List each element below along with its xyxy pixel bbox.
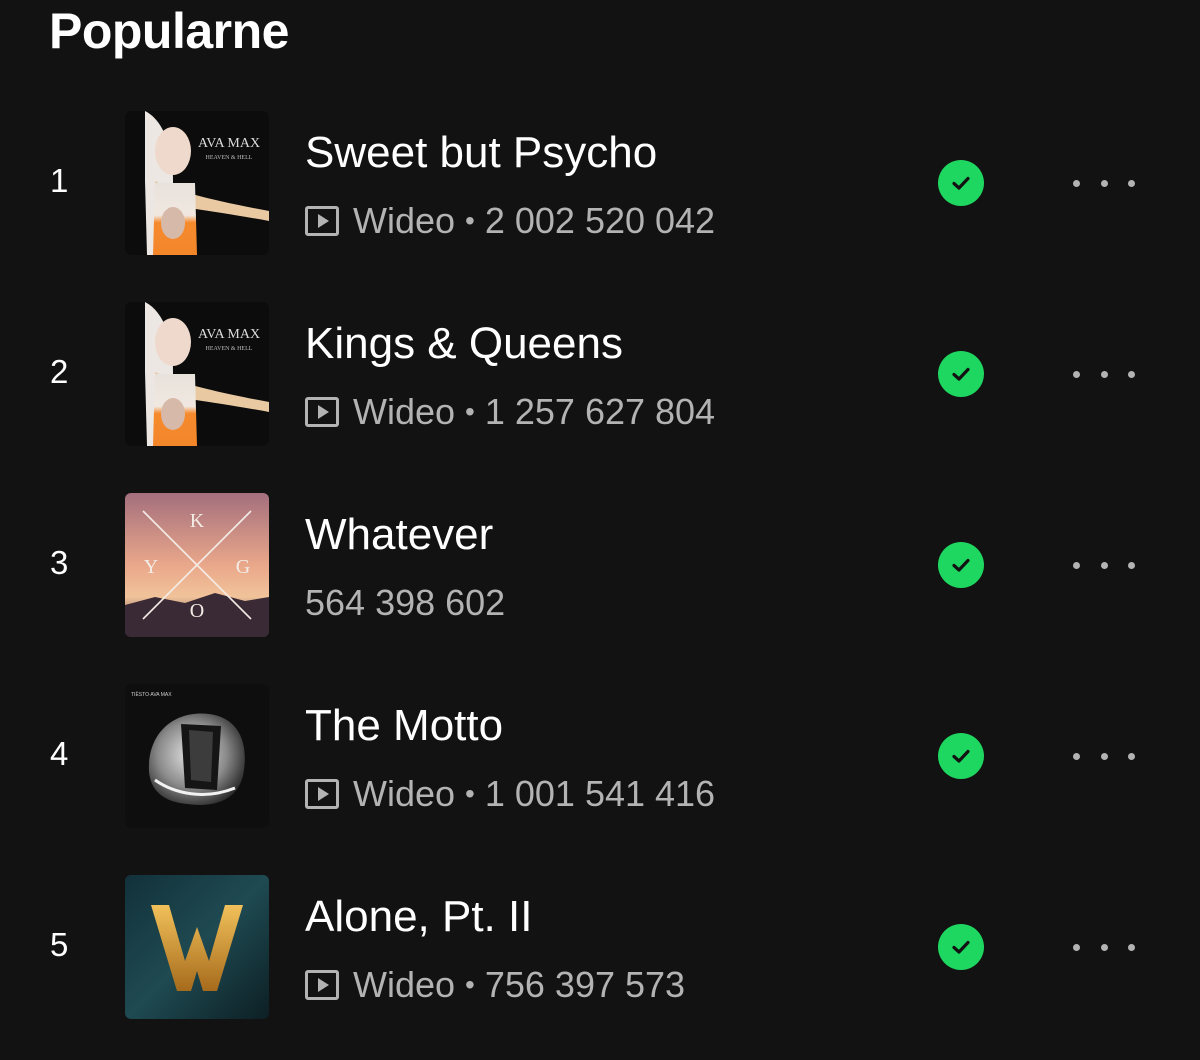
album-cover: K Y G O bbox=[125, 493, 269, 637]
video-label: Wideo bbox=[353, 200, 456, 241]
cover-letter: G bbox=[236, 556, 250, 578]
track-meta: Wideo • 2 002 520 042 bbox=[305, 199, 715, 243]
track-title[interactable]: The Motto bbox=[305, 700, 503, 752]
video-label: Wideo bbox=[353, 773, 456, 814]
cover-letter: K bbox=[190, 510, 205, 532]
track-rank: 4 bbox=[50, 735, 69, 772]
play-count: 756 397 573 bbox=[484, 964, 686, 1005]
track-row[interactable]: 2 AVA MAX HEAVEN & HELL Kings & Queens W… bbox=[0, 302, 1200, 446]
track-row[interactable]: 1 AVA MAX HEAVEN & HELL Sweet but Psycho… bbox=[0, 111, 1200, 255]
popular-tracks-page: Popularne 1 AVA MAX HEAVEN & HELL Sweet … bbox=[0, 0, 1200, 1060]
more-options-icon[interactable] bbox=[1073, 935, 1135, 959]
separator: • bbox=[465, 969, 475, 1000]
separator: • bbox=[465, 396, 475, 427]
track-row[interactable]: 4 TIËSTO∙AVA MAX The Motto Wideo • 1 001… bbox=[0, 684, 1200, 828]
cover-subtext: HEAVEN & HELL bbox=[206, 346, 253, 352]
video-icon bbox=[305, 206, 339, 236]
video-icon bbox=[305, 970, 339, 1000]
play-count: 1 001 541 416 bbox=[484, 773, 716, 814]
track-row[interactable]: 5 Alone, Pt. II Wideo • 756 397 573 bbox=[0, 875, 1200, 1019]
track-title[interactable]: Kings & Queens bbox=[305, 318, 623, 370]
cover-text: AVA MAX bbox=[198, 136, 260, 151]
track-meta: 564 398 602 bbox=[305, 581, 505, 625]
album-cover: AVA MAX HEAVEN & HELL bbox=[125, 111, 269, 255]
album-cover: AVA MAX HEAVEN & HELL bbox=[125, 302, 269, 446]
play-count: 564 398 602 bbox=[305, 582, 506, 623]
track-title[interactable]: Whatever bbox=[305, 509, 493, 561]
saved-check-icon[interactable] bbox=[938, 924, 984, 970]
more-options-icon[interactable] bbox=[1073, 744, 1135, 768]
video-label: Wideo bbox=[353, 391, 456, 432]
video-label: Wideo bbox=[353, 964, 456, 1005]
separator: • bbox=[465, 778, 475, 809]
video-icon bbox=[305, 397, 339, 427]
section-title: Popularne bbox=[49, 3, 289, 59]
play-count: 1 257 627 804 bbox=[484, 391, 716, 432]
separator: • bbox=[465, 205, 475, 236]
cover-text: TIËSTO∙AVA MAX bbox=[131, 691, 172, 698]
track-meta: Wideo • 756 397 573 bbox=[305, 963, 685, 1007]
more-options-icon[interactable] bbox=[1073, 171, 1135, 195]
track-rank: 5 bbox=[50, 926, 69, 963]
play-count: 2 002 520 042 bbox=[484, 200, 716, 241]
track-meta: Wideo • 1 001 541 416 bbox=[305, 772, 715, 816]
track-rank: 2 bbox=[50, 353, 69, 390]
track-rank: 3 bbox=[50, 544, 69, 581]
track-row[interactable]: 3 K Y G O Whatever 564 398 602 bbox=[0, 493, 1200, 637]
saved-check-icon[interactable] bbox=[938, 160, 984, 206]
video-icon bbox=[305, 779, 339, 809]
saved-check-icon[interactable] bbox=[938, 351, 984, 397]
cover-text: AVA MAX bbox=[198, 327, 260, 342]
cover-letter: Y bbox=[144, 556, 158, 578]
more-options-icon[interactable] bbox=[1073, 362, 1135, 386]
track-rank: 1 bbox=[50, 162, 69, 199]
track-meta: Wideo • 1 257 627 804 bbox=[305, 390, 715, 434]
track-title[interactable]: Sweet but Psycho bbox=[305, 127, 657, 179]
saved-check-icon[interactable] bbox=[938, 542, 984, 588]
more-options-icon[interactable] bbox=[1073, 553, 1135, 577]
cover-letter: O bbox=[190, 600, 204, 622]
cover-subtext: HEAVEN & HELL bbox=[206, 155, 253, 161]
album-cover: TIËSTO∙AVA MAX bbox=[125, 684, 269, 828]
saved-check-icon[interactable] bbox=[938, 733, 984, 779]
album-cover bbox=[125, 875, 269, 1019]
track-title[interactable]: Alone, Pt. II bbox=[305, 891, 532, 943]
